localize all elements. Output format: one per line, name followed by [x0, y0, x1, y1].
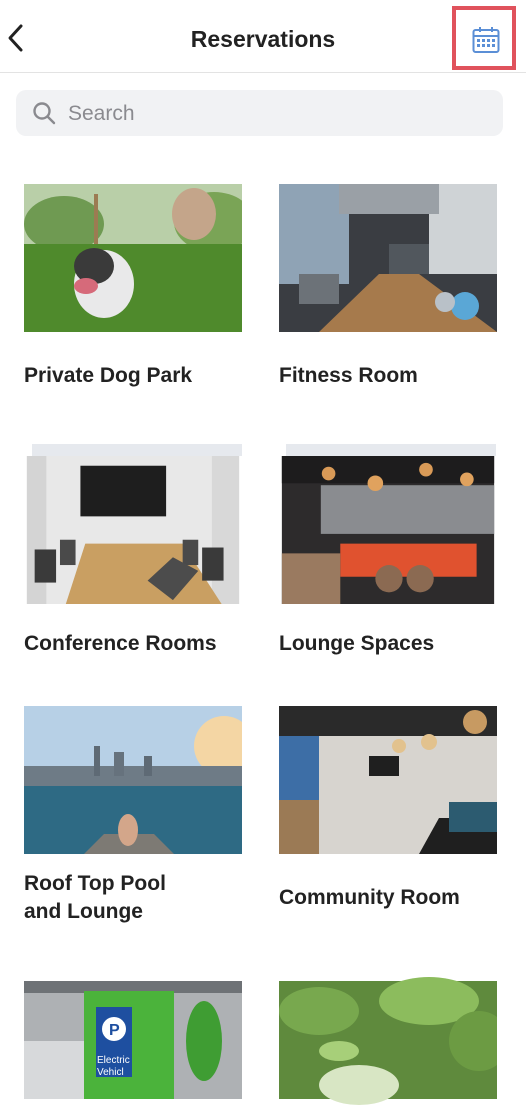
card-shadow: [286, 444, 496, 456]
dog-park-image: [24, 184, 242, 332]
svg-text:P: P: [109, 1022, 120, 1039]
amenity-label: Fitness Room: [279, 364, 418, 387]
svg-text:Electric: Electric: [97, 1055, 130, 1066]
search-bar[interactable]: [16, 90, 503, 136]
amenity-label: Lounge Spaces: [279, 632, 435, 655]
roof-top-pool-image: [24, 706, 242, 854]
search-input[interactable]: [66, 96, 490, 132]
calendar-button[interactable]: [452, 6, 516, 70]
ev-charging-image: P Electric Vehicl: [24, 981, 242, 1099]
search-icon: [33, 102, 56, 125]
fitness-room-image: [279, 184, 497, 332]
conference-rooms-image: [26, 456, 240, 604]
amenity-label: Roof Top Pool and Lounge: [24, 872, 166, 923]
amenity-label: Private Dog Park: [24, 364, 193, 387]
amenity-label: Conference Rooms: [24, 632, 217, 655]
amenity-label: Community Room: [279, 886, 460, 909]
calendar-icon: [472, 27, 500, 53]
garden-image: [279, 977, 497, 1105]
card-shadow: [32, 444, 242, 456]
top-bar: Reservations: [0, 0, 526, 73]
lounge-spaces-image: [281, 456, 495, 604]
page-title: Reservations: [190, 26, 336, 52]
svg-text:Vehicl: Vehicl: [97, 1067, 124, 1078]
community-room-image: [279, 706, 497, 854]
